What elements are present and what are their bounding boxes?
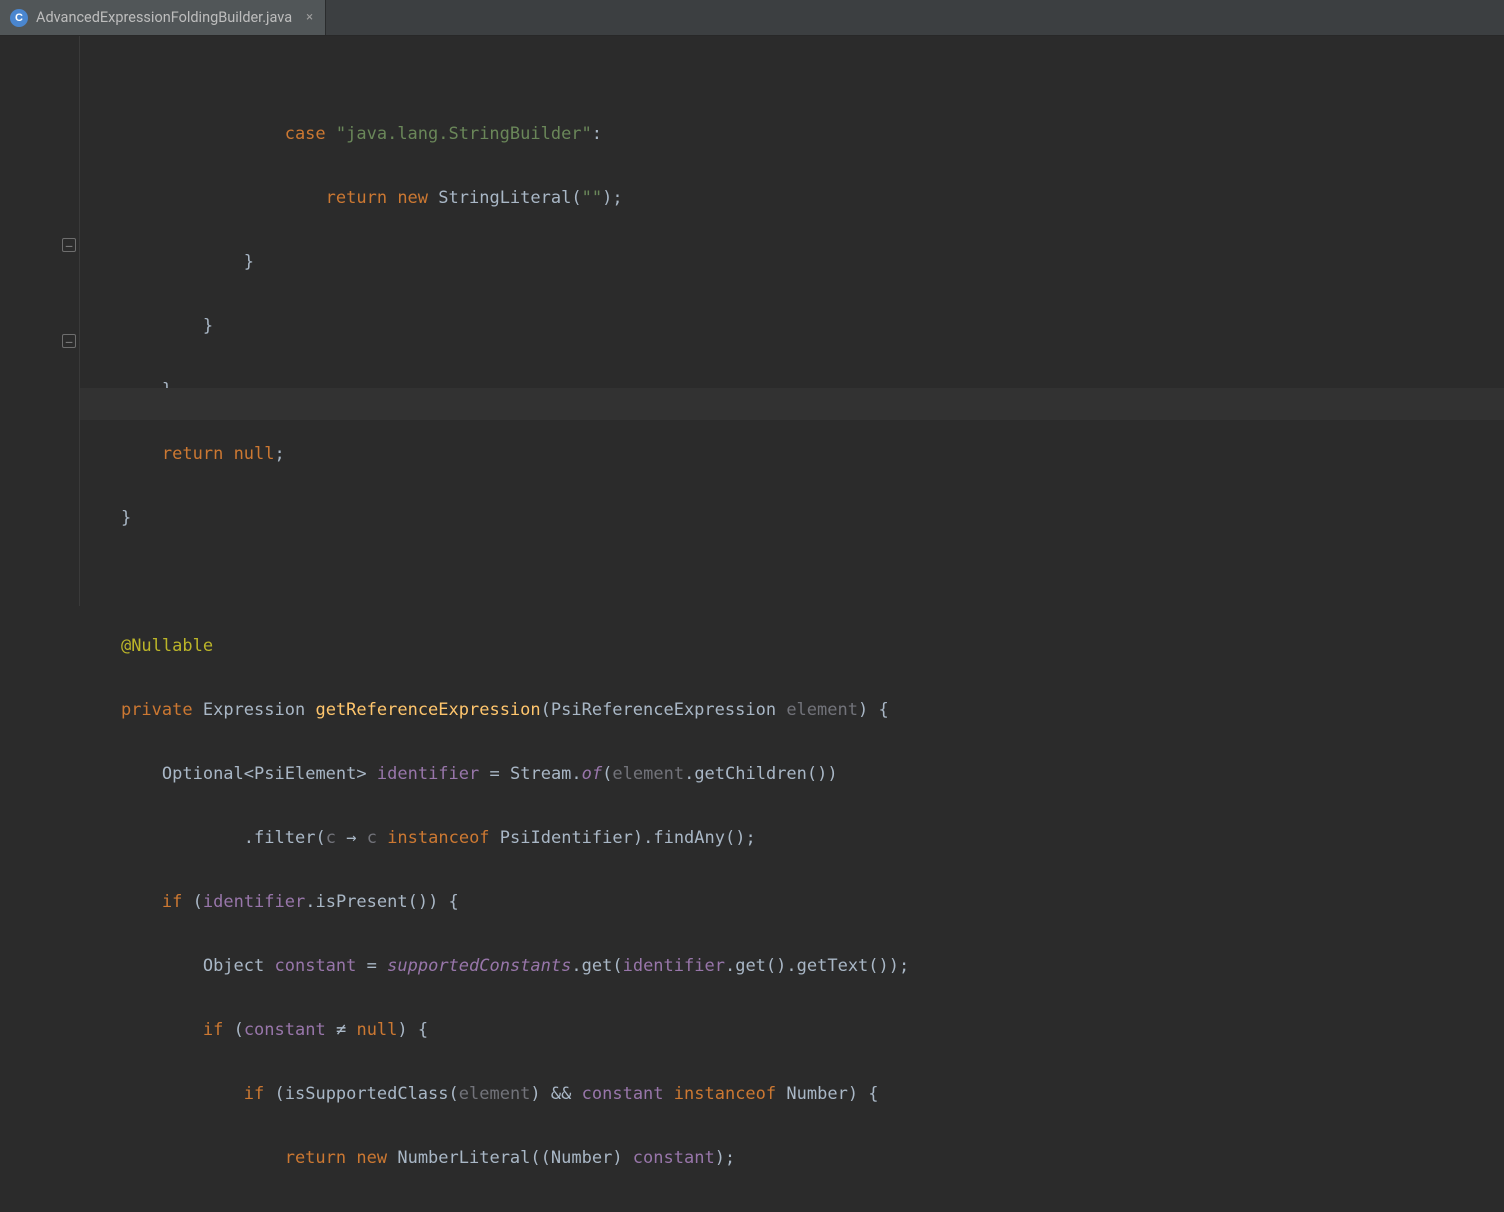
code-line: if (isSupportedClass(element) && constan… <box>80 1078 1504 1110</box>
code-line: Optional<PsiElement> identifier = Stream… <box>80 758 1504 790</box>
code-line: return new NumberLiteral((Number) consta… <box>80 1142 1504 1174</box>
code-line: case "java.lang.StringBuilder": <box>80 118 1504 150</box>
tab-bar-filler <box>326 0 1504 35</box>
code-line: @Nullable <box>80 630 1504 662</box>
code-line: return new StringLiteral(""); <box>80 182 1504 214</box>
code-line: .filter(c → c instanceof PsiIdentifier).… <box>80 822 1504 854</box>
code-line: } <box>80 310 1504 342</box>
code-line: return null; <box>80 438 1504 470</box>
code-line: } <box>80 502 1504 534</box>
code-line: } <box>80 246 1504 278</box>
tab-bar: C AdvancedExpressionFoldingBuilder.java … <box>0 0 1504 36</box>
code-line: if (identifier.isPresent()) { <box>80 886 1504 918</box>
tab-filename: AdvancedExpressionFoldingBuilder.java <box>36 9 292 26</box>
current-line-highlight <box>80 388 1504 420</box>
fold-start-icon[interactable]: – <box>62 334 76 348</box>
class-file-icon: C <box>10 9 28 27</box>
code-line <box>80 566 1504 598</box>
code-line: if (constant ≠ null) { <box>80 1014 1504 1046</box>
code-line: Object constant = supportedConstants.get… <box>80 950 1504 982</box>
gutter: – – <box>0 36 80 606</box>
editor-area: – – case "java.lang.StringBuilder": retu… <box>0 36 1504 606</box>
code-line: private Expression getReferenceExpressio… <box>80 694 1504 726</box>
code-editor[interactable]: case "java.lang.StringBuilder": return n… <box>80 36 1504 606</box>
fold-end-icon[interactable]: – <box>62 238 76 252</box>
close-icon[interactable]: × <box>306 10 313 25</box>
file-tab[interactable]: C AdvancedExpressionFoldingBuilder.java … <box>0 0 326 35</box>
